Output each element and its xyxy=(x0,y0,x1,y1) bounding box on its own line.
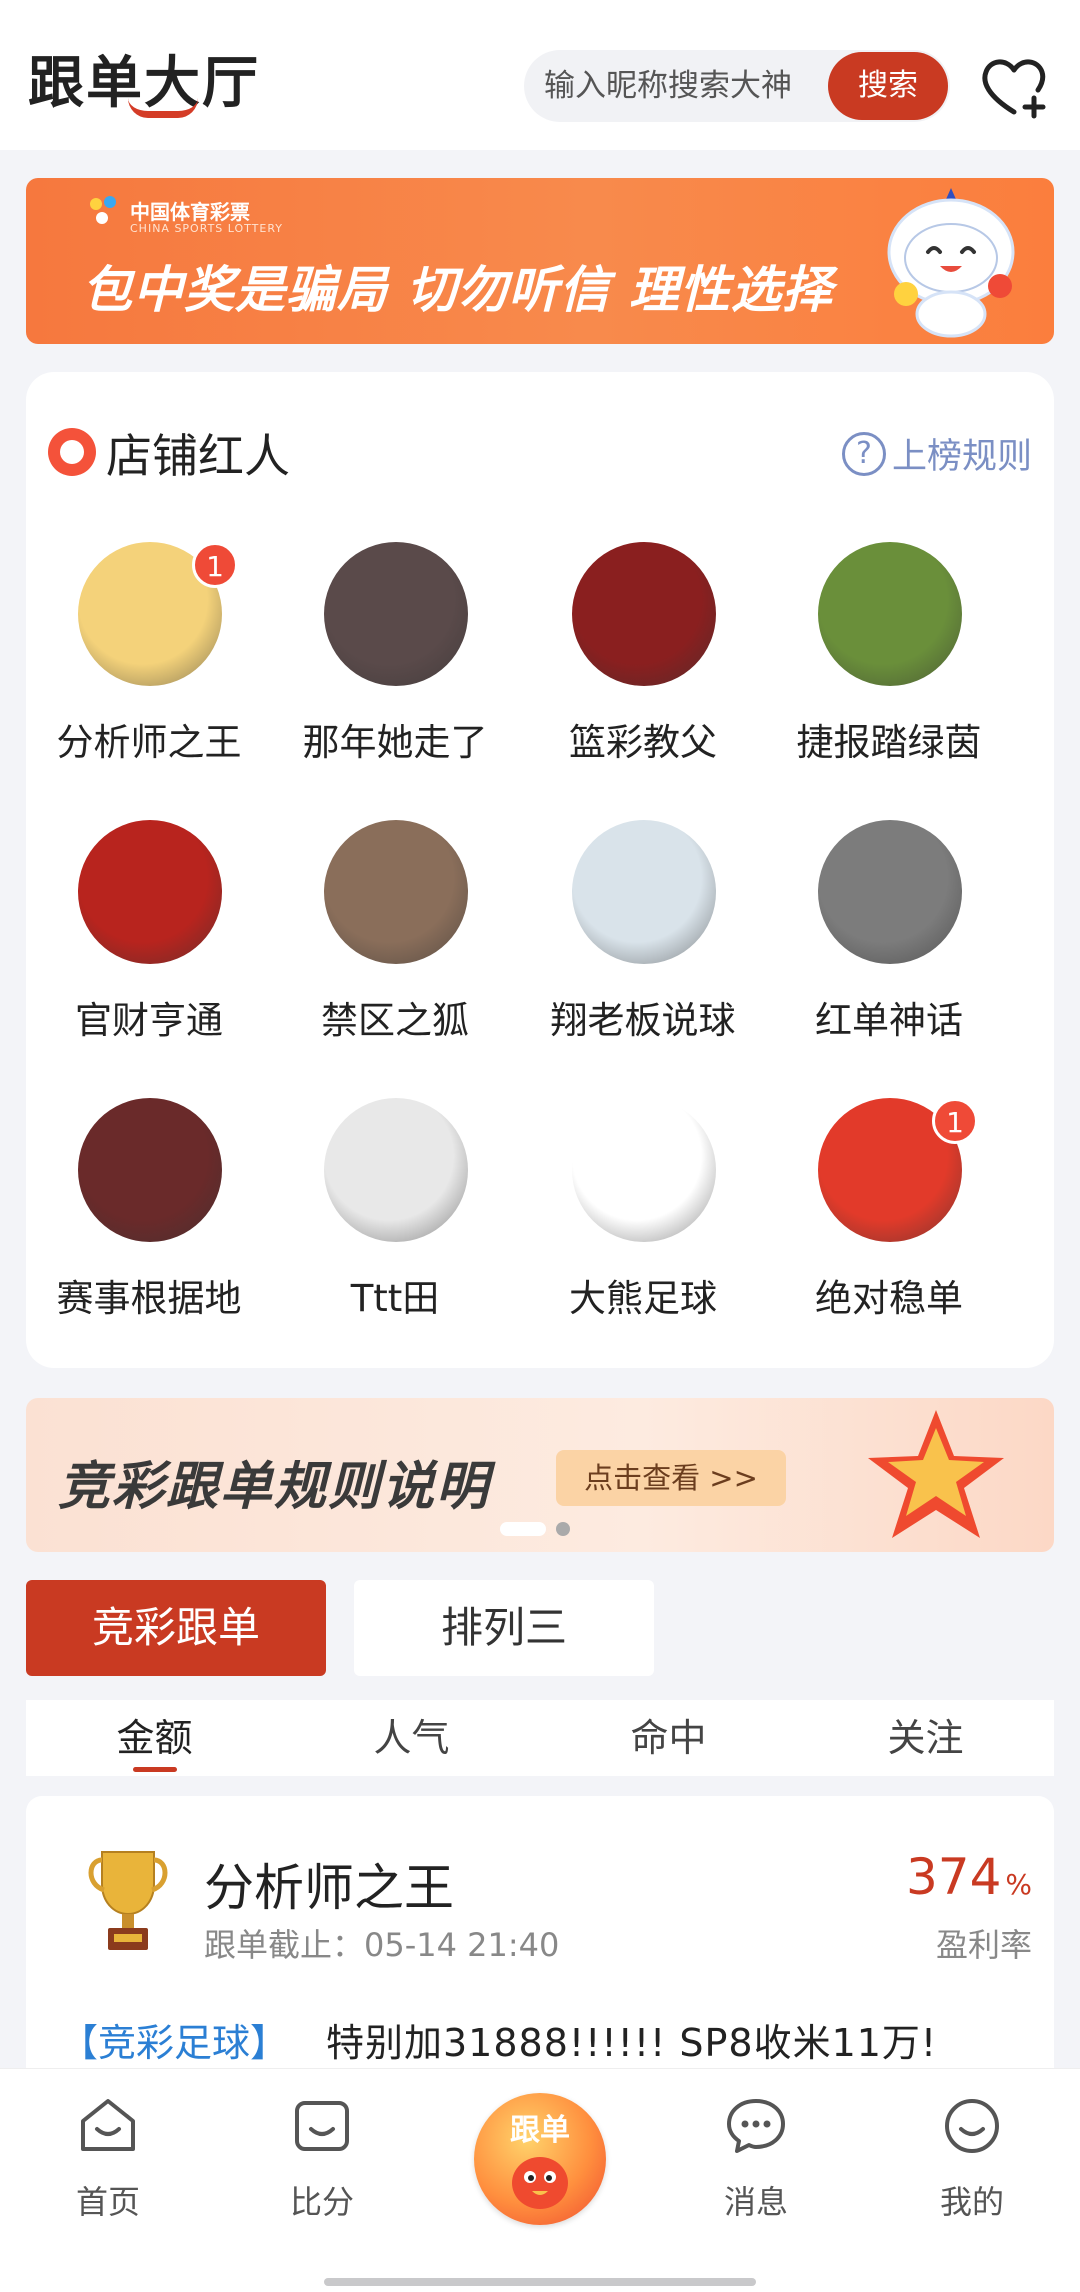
influencer-name: 分析师之王 xyxy=(56,721,242,764)
nav-messages[interactable]: 消息 xyxy=(686,2093,826,2223)
influencer-item[interactable]: 篮彩教父 xyxy=(520,542,766,772)
influencer-name: 红单神话 xyxy=(815,999,963,1042)
nav-follow-center[interactable]: 跟单 xyxy=(474,2093,606,2225)
rules-link[interactable]: ? 上榜规则 xyxy=(841,428,1032,479)
profit-rate-label: 盈利率 xyxy=(935,1926,1032,1964)
profit-rate: 374% xyxy=(906,1848,1032,1906)
nav-score[interactable]: 比分 xyxy=(252,2093,392,2223)
influencer-item[interactable]: 赛事根据地 xyxy=(26,1098,272,1328)
carousel-dot[interactable] xyxy=(556,1522,570,1536)
scoreboard-icon xyxy=(295,2101,349,2151)
influencer-name: 禁区之狐 xyxy=(321,999,469,1042)
influencer-item[interactable]: 翔老板说球 xyxy=(520,820,766,1050)
banner-slogan: 包中奖是骗局 切勿听信 理性选择 xyxy=(82,261,833,319)
influencer-name: 赛事根据地 xyxy=(56,1277,242,1320)
nav-mine[interactable]: 我的 xyxy=(902,2093,1042,2223)
influencer-item[interactable]: Ttt田 xyxy=(272,1098,518,1328)
subtab-hit[interactable]: 命中 xyxy=(540,1700,797,1776)
bottom-nav: 首页 比分 跟单 消息 我的 xyxy=(0,2068,1080,2292)
influencer-item[interactable]: 捷报踏绿茵 xyxy=(766,542,1012,772)
record-category[interactable]: 【竞彩足球】 xyxy=(60,2012,288,2067)
record-deadline: 跟单截止：05-14 21:40 xyxy=(204,1926,560,1964)
profit-rate-value: 374 xyxy=(905,1848,1002,1906)
anti-fraud-banner[interactable]: 中国体育彩票 CHINA SPORTS LOTTERY 包中奖是骗局 切勿听信 … xyxy=(26,178,1054,344)
influencer-name: 大熊足球 xyxy=(569,1277,717,1320)
avatar xyxy=(78,1098,222,1242)
avatar xyxy=(818,542,962,686)
influencer-name: 捷报踏绿茵 xyxy=(796,721,982,764)
search-button[interactable]: 搜索 xyxy=(828,52,948,120)
tab-jingcai[interactable]: 竞彩跟单 xyxy=(26,1580,326,1676)
subtab-popularity[interactable]: 人气 xyxy=(283,1700,540,1776)
rank-badge: 1 xyxy=(192,542,238,588)
home-indicator[interactable] xyxy=(324,2278,756,2286)
sports-lottery-logo-icon xyxy=(90,196,116,224)
avatar xyxy=(572,542,716,686)
influencer-item[interactable]: 1 绝对稳单 xyxy=(766,1098,1012,1328)
influencer-item[interactable]: 禁区之狐 xyxy=(272,820,518,1050)
record-author: 分析师之王 xyxy=(204,1859,454,1917)
rules-banner-text: 竞彩跟单规则说明 xyxy=(58,1457,491,1517)
logo-smile-mark xyxy=(128,98,198,118)
star-icon xyxy=(868,1410,1004,1538)
thumbs-up-icon xyxy=(48,428,96,476)
influencer-item[interactable]: 1 分析师之王 xyxy=(26,542,272,772)
nav-messages-label: 消息 xyxy=(723,2183,788,2221)
brand-cn: 中国体育彩票 xyxy=(130,200,250,224)
search-bar: 搜索 xyxy=(524,50,950,122)
avatar xyxy=(818,820,962,964)
mascot-icon xyxy=(887,188,1015,338)
question-icon: ? xyxy=(841,431,886,476)
sort-tabs: 金额 人气 命中 关注 xyxy=(26,1700,1054,1776)
influencer-name: 官财亨通 xyxy=(75,999,223,1042)
subtab-amount[interactable]: 金额 xyxy=(26,1700,283,1776)
carousel-dot-active[interactable] xyxy=(500,1522,546,1536)
influencer-item[interactable]: 红单神话 xyxy=(766,820,1012,1050)
rules-label: 上榜规则 xyxy=(891,437,1032,477)
avatar xyxy=(324,542,468,686)
influencer-name: 篮彩教父 xyxy=(569,721,717,764)
nav-mine-label: 我的 xyxy=(939,2183,1004,2221)
section-title: 店铺红人 xyxy=(106,429,290,483)
tab-pailie3[interactable]: 排列三 xyxy=(354,1580,654,1676)
rank-badge: 1 xyxy=(932,1098,978,1144)
avatar xyxy=(572,1098,716,1242)
trophy-icon xyxy=(88,1851,168,1950)
nav-home-label: 首页 xyxy=(75,2183,140,2221)
avatar xyxy=(324,1098,468,1242)
heart-plus-icon[interactable] xyxy=(978,52,1050,120)
home-icon xyxy=(81,2099,135,2151)
influencer-item[interactable]: 那年她走了 xyxy=(272,542,518,772)
record-card[interactable]: 分析师之王 跟单截止：05-14 21:40 374% 盈利率 【竞彩足球】 特… xyxy=(26,1796,1054,2096)
nav-score-label: 比分 xyxy=(289,2183,354,2221)
profit-rate-unit: % xyxy=(1005,1868,1032,1901)
avatar xyxy=(572,820,716,964)
nav-home[interactable]: 首页 xyxy=(38,2093,178,2223)
influencers-card: 店铺红人 ? 上榜规则 1 分析师之王 那年她走了 篮彩教父 捷报踏绿茵官财亨通 禁区之狐… xyxy=(26,372,1054,1368)
view-rules-button[interactable]: 点击查看 >> xyxy=(556,1450,786,1506)
carousel-dots xyxy=(500,1522,570,1536)
influencer-item[interactable]: 大熊足球 xyxy=(520,1098,766,1328)
mascot-bird-icon xyxy=(512,2157,568,2209)
avatar xyxy=(78,820,222,964)
header: 跟单大厅 搜索 xyxy=(0,0,1080,150)
influencer-name: 翔老板说球 xyxy=(550,999,736,1042)
subtab-follow[interactable]: 关注 xyxy=(797,1700,1054,1776)
search-input[interactable] xyxy=(544,50,824,122)
profile-face-icon xyxy=(945,2099,999,2153)
influencer-name: 绝对稳单 xyxy=(815,1277,963,1320)
chat-bubble-icon xyxy=(727,2099,785,2153)
brand-en: CHINA SPORTS LOTTERY xyxy=(130,222,284,235)
avatar xyxy=(324,820,468,964)
record-description: 特别加31888!!!!!! SP8收米11万! xyxy=(326,2021,938,2065)
influencer-name: Ttt田 xyxy=(350,1277,440,1320)
rules-banner[interactable]: 竞彩跟单规则说明 点击查看 >> xyxy=(26,1398,1054,1552)
influencer-item[interactable]: 官财亨通 xyxy=(26,820,272,1050)
influencer-name: 那年她走了 xyxy=(302,721,488,764)
